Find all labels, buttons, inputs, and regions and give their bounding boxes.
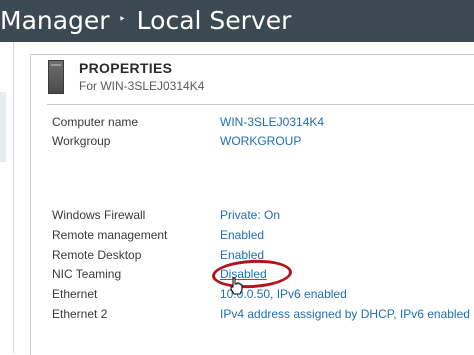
workgroup-link[interactable]: WORKGROUP xyxy=(220,132,301,150)
remote-management-link[interactable]: Enabled xyxy=(220,226,264,244)
breadcrumb: Manager ‣ Local Server xyxy=(0,6,291,36)
breadcrumb-parent[interactable]: Manager xyxy=(0,6,110,35)
breadcrumb-current: Local Server xyxy=(136,6,292,35)
server-icon xyxy=(48,60,64,94)
windows-firewall-link[interactable]: Private: On xyxy=(220,206,280,224)
properties-subtitle: For WIN-3SLEJ0314K4 xyxy=(79,79,205,93)
property-label: Ethernet 2 xyxy=(52,307,108,321)
properties-title: PROPERTIES xyxy=(79,60,173,76)
breadcrumb-separator-icon: ‣ xyxy=(118,12,126,26)
property-label: NIC Teaming xyxy=(52,267,122,281)
title-bar: Manager ‣ Local Server xyxy=(0,0,474,42)
divider xyxy=(47,104,474,105)
property-label: Workgroup xyxy=(52,134,111,148)
property-label: Remote management xyxy=(52,228,168,242)
nav-selection-highlight xyxy=(0,92,6,162)
main-content: PROPERTIES For WIN-3SLEJ0314K4 Computer … xyxy=(14,42,474,355)
property-label: Windows Firewall xyxy=(52,208,146,222)
properties-panel: PROPERTIES For WIN-3SLEJ0314K4 Computer … xyxy=(30,54,474,355)
ethernet-2-link[interactable]: IPv4 address assigned by DHCP, IPv6 enab… xyxy=(220,305,470,323)
computer-name-link[interactable]: WIN-3SLEJ0314K4 xyxy=(220,113,324,131)
property-label: Computer name xyxy=(52,115,139,129)
hand-cursor-icon xyxy=(230,277,243,295)
property-label: Remote Desktop xyxy=(52,248,142,262)
property-label: Ethernet xyxy=(52,287,98,301)
navigation-pane xyxy=(0,42,14,353)
